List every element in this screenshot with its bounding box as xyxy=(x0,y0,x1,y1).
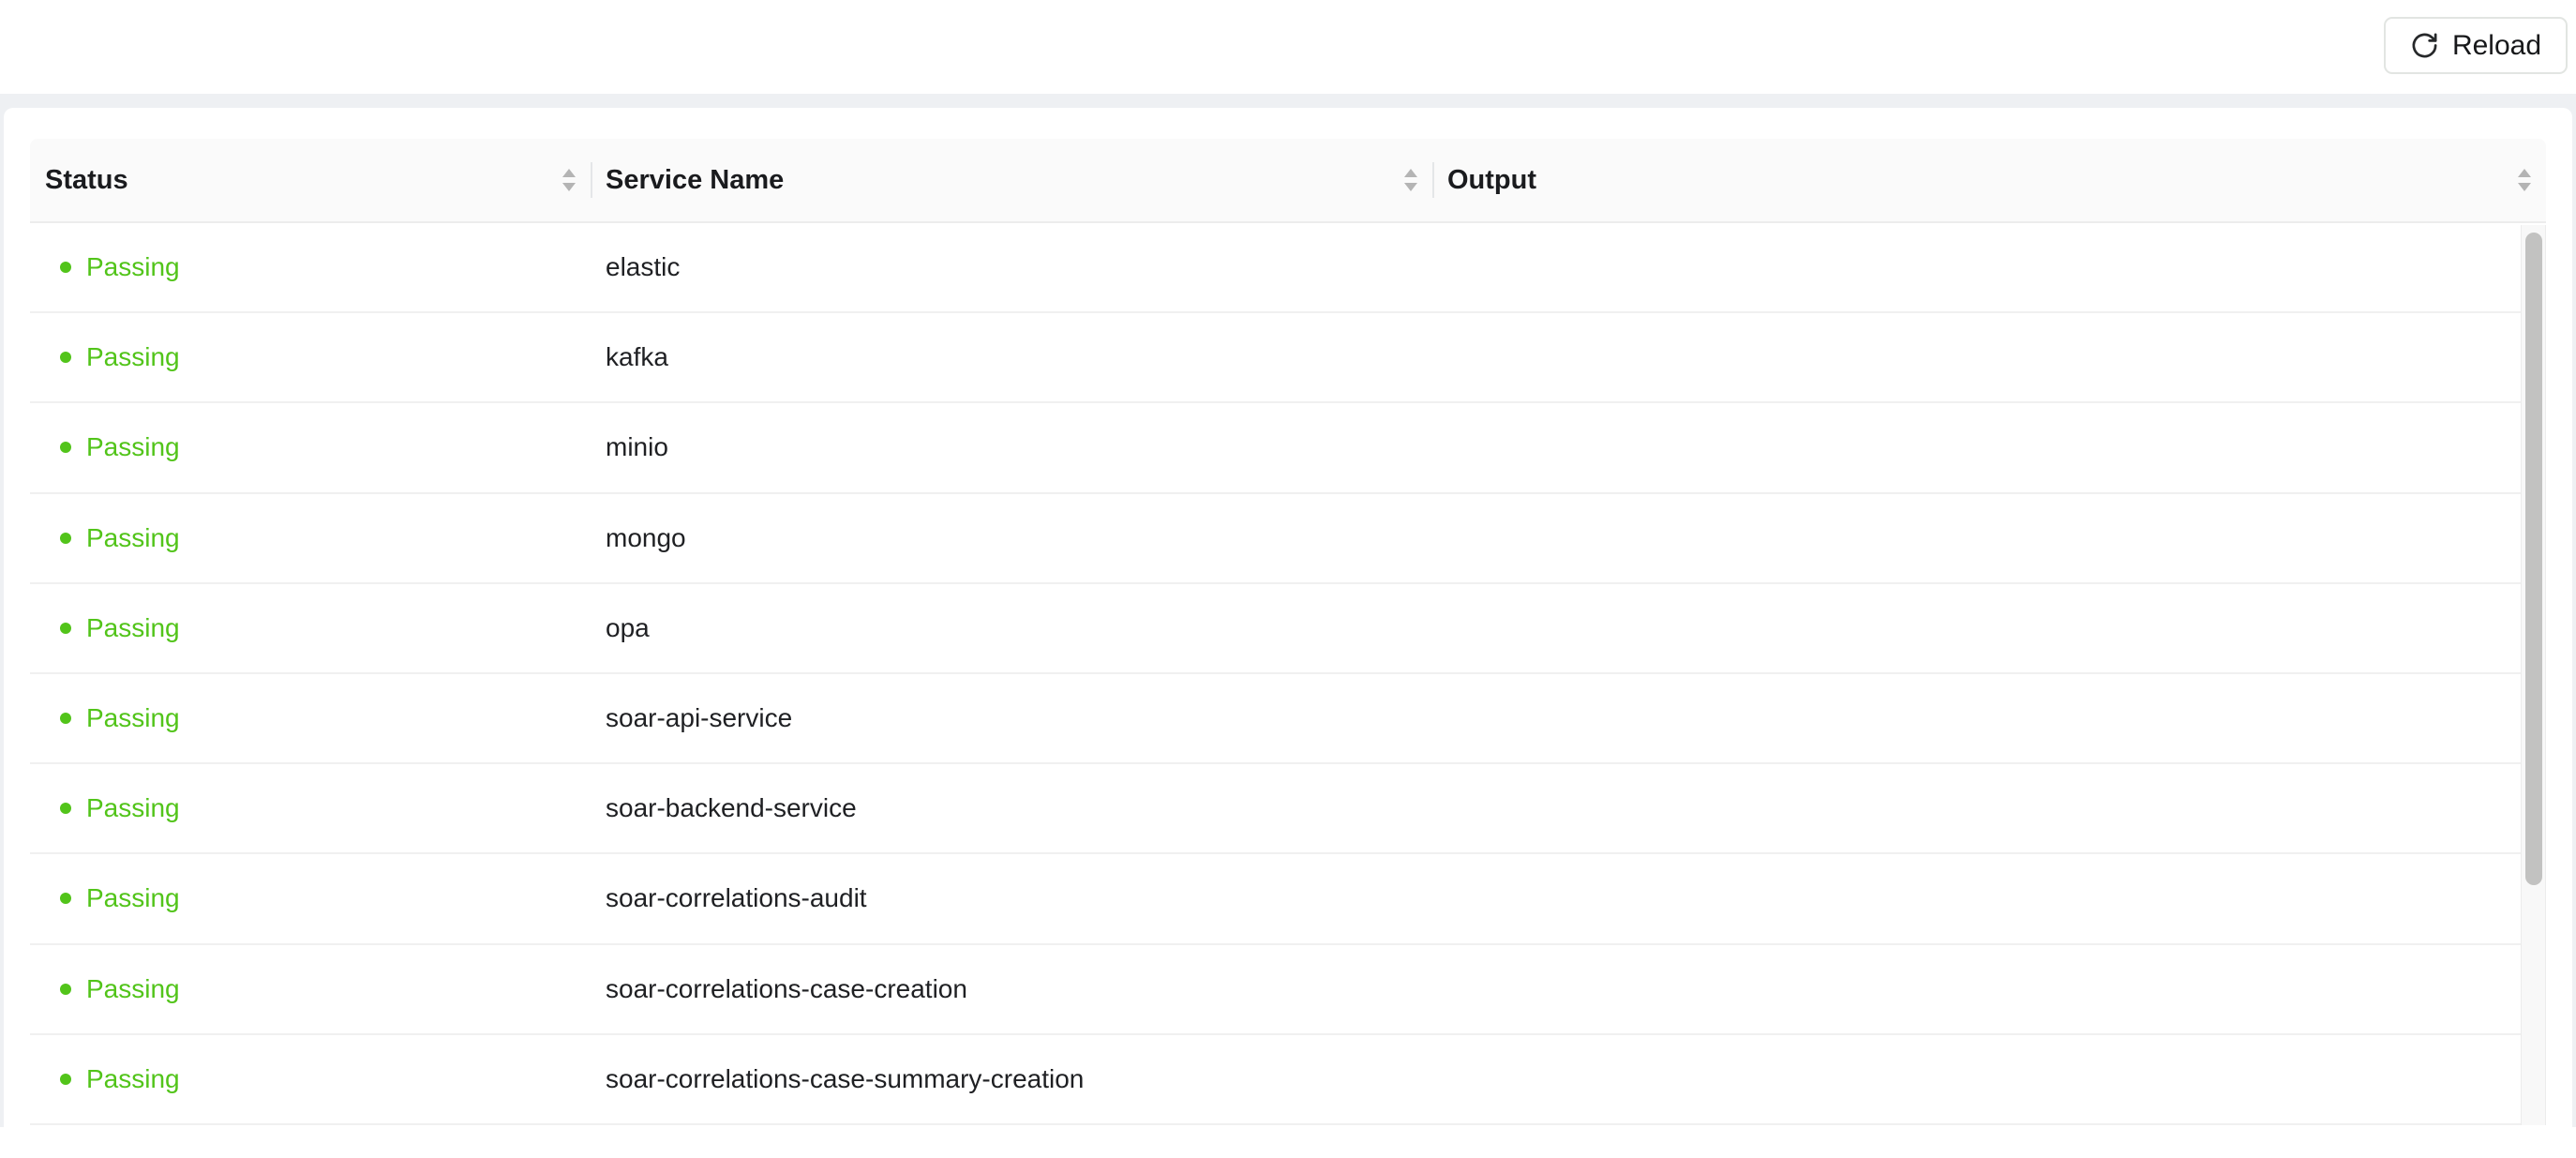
service-name: soar-correlations-case-summary-creation xyxy=(606,1064,1084,1094)
table-row[interactable]: Passing soar-correlations-case-creation xyxy=(30,945,2521,1035)
table-row[interactable]: Passing minio xyxy=(30,403,2521,493)
service-name: mongo xyxy=(606,523,686,553)
table-row[interactable]: Passing soar-backend-service xyxy=(30,764,2521,854)
status-cell: Passing xyxy=(30,613,591,643)
column-label-status: Status xyxy=(45,165,128,196)
page-background: Status Service Name Output xyxy=(0,94,2576,1127)
status-dot-icon xyxy=(60,623,71,634)
service-name-cell: mongo xyxy=(591,523,1432,553)
table-row[interactable]: Passing soar-correlations-audit xyxy=(30,854,2521,944)
table-body: Passing elastic Passing k xyxy=(30,223,2521,1125)
service-name: opa xyxy=(606,613,650,643)
scrollbar-track[interactable] xyxy=(2521,225,2546,1125)
reload-icon xyxy=(2410,31,2439,60)
status-cell: Passing xyxy=(30,252,591,282)
column-header-status[interactable]: Status xyxy=(30,139,591,221)
column-label-service-name: Service Name xyxy=(606,165,784,196)
service-name: soar-correlations-case-creation xyxy=(606,974,967,1004)
table-row[interactable]: Passing soar-api-service xyxy=(30,674,2521,764)
service-name-cell: minio xyxy=(591,432,1432,462)
status-label: Passing xyxy=(86,793,180,823)
scrollbar-thumb[interactable] xyxy=(2525,233,2542,885)
status-dot-icon xyxy=(60,984,71,995)
service-name-cell: soar-correlations-case-creation xyxy=(591,974,1432,1004)
table-row[interactable]: Passing mongo xyxy=(30,494,2521,584)
status-cell: Passing xyxy=(30,974,591,1004)
status-cell: Passing xyxy=(30,793,591,823)
table-header: Status Service Name Output xyxy=(30,139,2546,223)
service-name-cell: soar-backend-service xyxy=(591,793,1432,823)
reload-button-label: Reload xyxy=(2452,30,2541,62)
status-cell: Passing xyxy=(30,883,591,913)
status-cell: Passing xyxy=(30,703,591,733)
status-cell: Passing xyxy=(30,342,591,372)
status-dot-icon xyxy=(60,262,71,273)
services-table: Status Service Name Output xyxy=(30,139,2546,1125)
status-label: Passing xyxy=(86,613,180,643)
service-name: soar-api-service xyxy=(606,703,792,733)
service-name: minio xyxy=(606,432,668,462)
status-dot-icon xyxy=(60,803,71,814)
service-name: elastic xyxy=(606,252,680,282)
status-label: Passing xyxy=(86,252,180,282)
column-label-output: Output xyxy=(1447,165,1536,196)
service-name: kafka xyxy=(606,342,668,372)
status-label: Passing xyxy=(86,342,180,372)
status-label: Passing xyxy=(86,1064,180,1094)
status-label: Passing xyxy=(86,432,180,462)
service-name-cell: opa xyxy=(591,613,1432,643)
status-cell: Passing xyxy=(30,432,591,462)
service-name: soar-correlations-audit xyxy=(606,883,867,913)
status-dot-icon xyxy=(60,1074,71,1085)
status-cell: Passing xyxy=(30,523,591,553)
status-label: Passing xyxy=(86,523,180,553)
status-label: Passing xyxy=(86,883,180,913)
service-name-cell: kafka xyxy=(591,342,1432,372)
status-label: Passing xyxy=(86,703,180,733)
status-dot-icon xyxy=(60,352,71,363)
table-row[interactable]: Passing opa xyxy=(30,584,2521,674)
status-dot-icon xyxy=(60,713,71,724)
sort-icon[interactable] xyxy=(1404,169,1417,191)
table-row[interactable]: Passing soar-correlations-case-summary-c… xyxy=(30,1035,2521,1125)
status-cell: Passing xyxy=(30,1064,591,1094)
reload-button[interactable]: Reload xyxy=(2384,17,2568,74)
service-name: soar-backend-service xyxy=(606,793,857,823)
sort-icon[interactable] xyxy=(562,169,576,191)
sort-icon[interactable] xyxy=(2518,169,2531,191)
column-header-service-name[interactable]: Service Name xyxy=(591,139,1432,221)
status-dot-icon xyxy=(60,893,71,904)
table-row[interactable]: Passing kafka xyxy=(30,313,2521,403)
topbar: Reload xyxy=(0,0,2576,94)
status-label: Passing xyxy=(86,974,180,1004)
column-header-output[interactable]: Output xyxy=(1432,139,2546,221)
table-row[interactable]: Passing elastic xyxy=(30,223,2521,313)
status-dot-icon xyxy=(60,442,71,453)
service-name-cell: soar-correlations-audit xyxy=(591,883,1432,913)
service-name-cell: elastic xyxy=(591,252,1432,282)
service-name-cell: soar-correlations-case-summary-creation xyxy=(591,1064,1432,1094)
status-dot-icon xyxy=(60,533,71,544)
service-name-cell: soar-api-service xyxy=(591,703,1432,733)
services-card: Status Service Name Output xyxy=(4,108,2572,1158)
